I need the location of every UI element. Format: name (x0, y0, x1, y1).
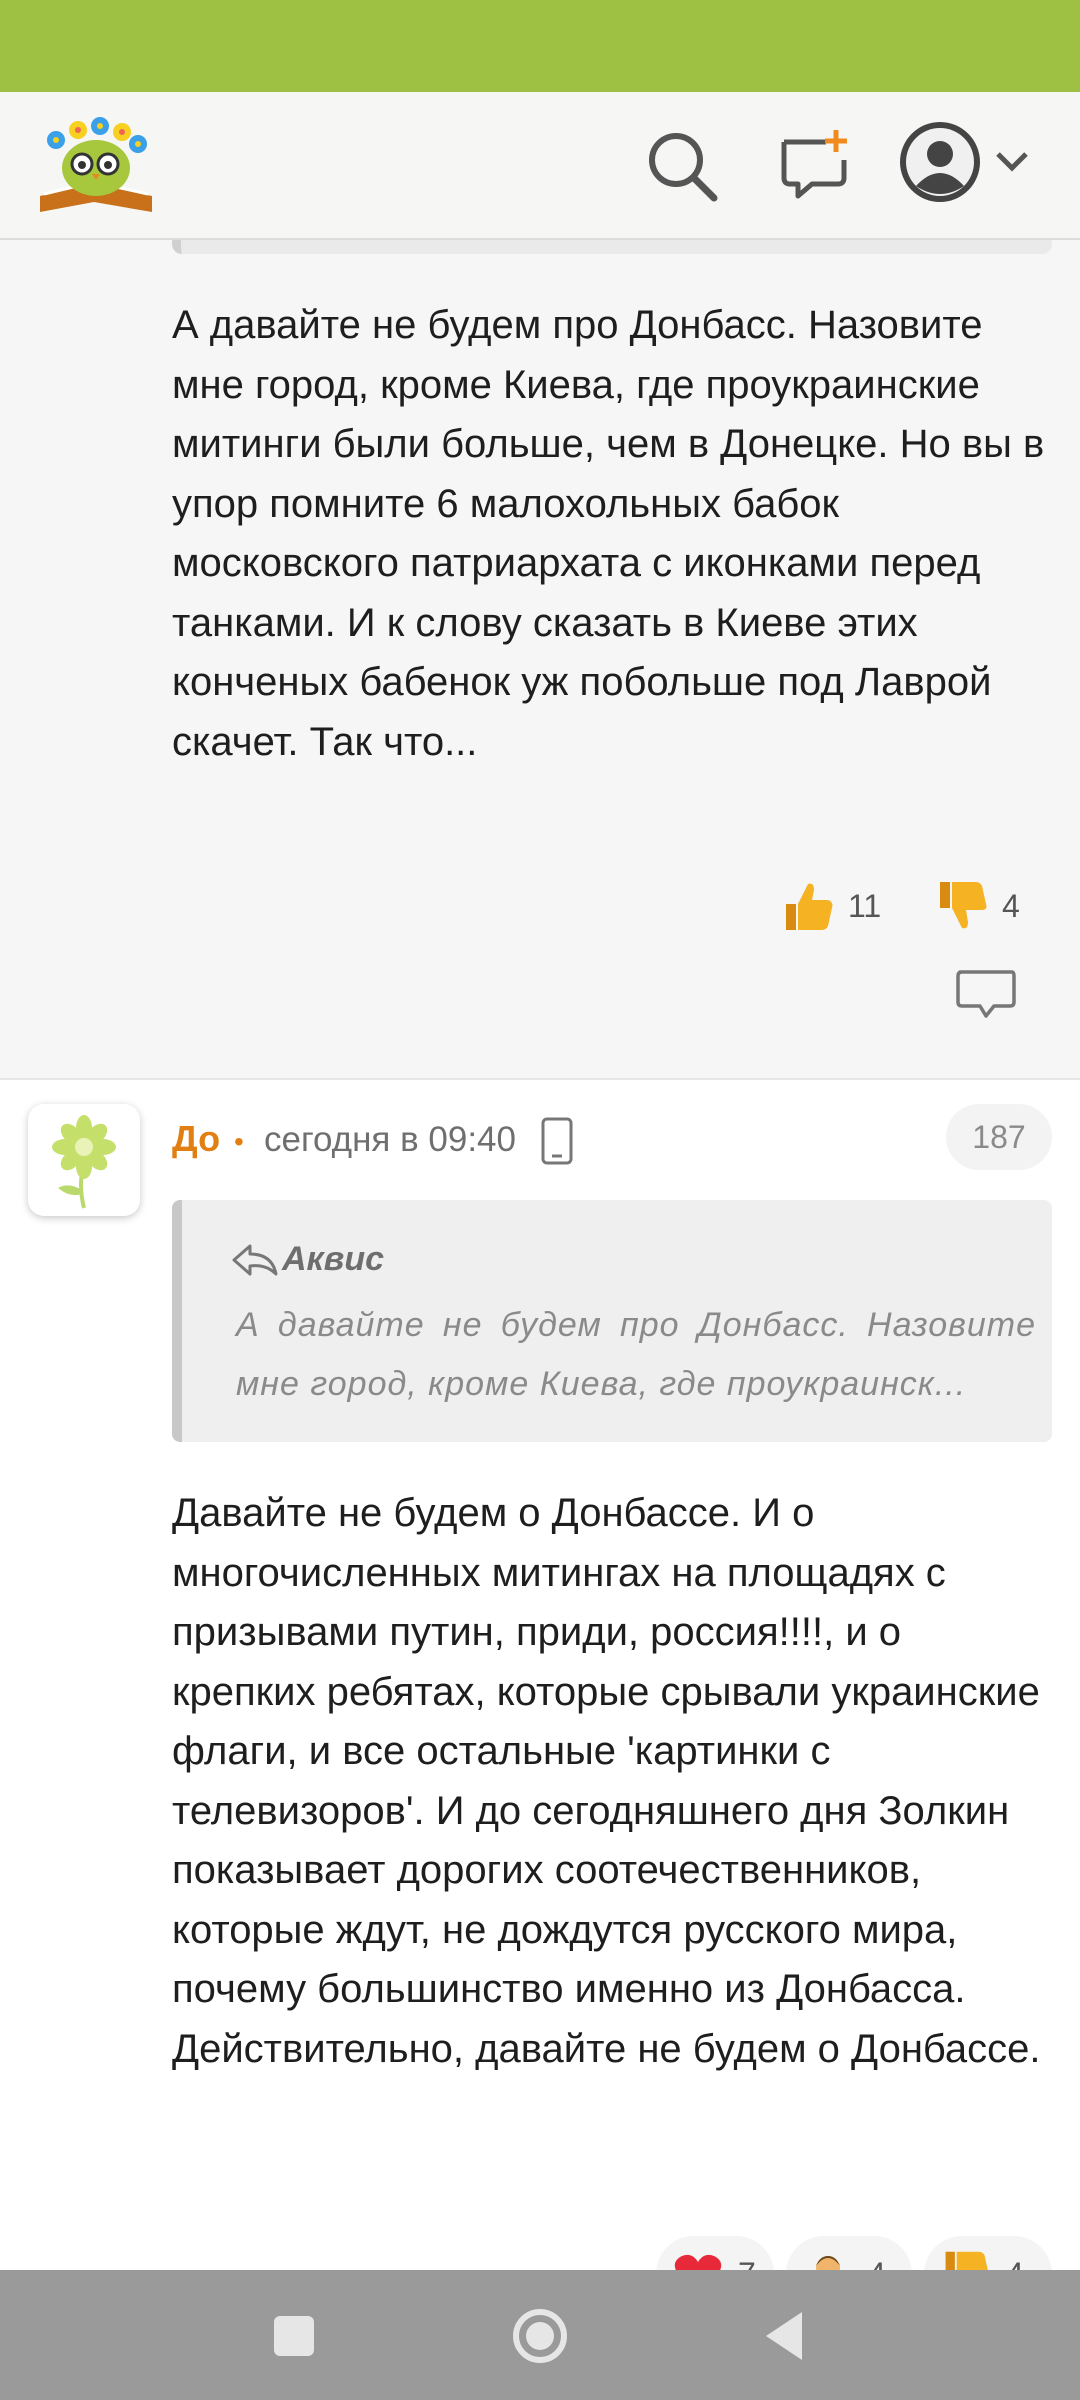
recent-apps-icon[interactable] (262, 2304, 326, 2368)
comment: До • сегодня в 09:40 187 Аквис А давайте… (0, 1080, 1080, 2270)
comment-text: А давайте не будем про Донбасс. Назовите… (172, 303, 1045, 764)
search-icon[interactable] (644, 128, 720, 204)
dislike-count: 4 (1002, 887, 1020, 924)
user-avatar[interactable] (28, 1104, 140, 1216)
chevron-down-icon[interactable] (992, 146, 1032, 176)
system-navigation-bar (0, 2270, 1080, 2400)
quote-text-line-1: А давайте не будем про Донбасс. Назовите (236, 1306, 1036, 1344)
thumbs-down-icon (945, 2251, 989, 2272)
quote-author: Аквис (282, 1240, 384, 1278)
heart-reaction[interactable]: 7 (656, 2236, 774, 2272)
online-indicator: • (234, 1126, 244, 1157)
quote-box-edge (172, 240, 1052, 254)
comment-reactions: 7 4 4 (0, 2236, 1080, 2272)
status-bar (0, 0, 1080, 92)
dislike-reaction-2[interactable]: 4 (924, 2236, 1052, 2272)
comment-time: сегодня в 09:40 (264, 1120, 516, 1159)
thumbs-up-icon (786, 883, 833, 930)
reply-comment-icon[interactable] (954, 968, 1018, 1024)
back-icon[interactable] (752, 2304, 816, 2368)
person-reaction[interactable]: 4 (786, 2236, 912, 2272)
comment-text: Давайте не будем о Донбассе. И о многочи… (172, 1491, 1041, 2071)
thumbs-down-icon (940, 882, 987, 929)
home-icon[interactable] (508, 2304, 572, 2368)
mobile-device-icon (541, 1117, 573, 1165)
heart-icon (674, 2254, 722, 2272)
top-app-bar (0, 92, 1080, 240)
person-emoji-icon (816, 2256, 840, 2272)
quote-box[interactable]: Аквис А давайте не будем про Донбасс. На… (172, 1200, 1052, 1442)
reply-arrow-icon (232, 1244, 278, 1276)
quote-text-line-2: мне город, кроме Киева, где проукраинск.… (236, 1365, 967, 1403)
previous-comment: А давайте не будем про Донбасс. Назовите… (0, 240, 1080, 1080)
site-logo[interactable] (34, 110, 158, 222)
flower-avatar-icon (52, 1115, 116, 1209)
new-post-icon[interactable] (776, 128, 852, 204)
like-reaction[interactable]: 11 (772, 868, 912, 944)
comment-number-badge[interactable]: 187 (946, 1104, 1052, 1170)
dislike-reaction[interactable]: 4 (930, 868, 1054, 944)
avatar-icon[interactable] (898, 120, 982, 204)
comment-author[interactable]: До (172, 1118, 220, 1160)
like-count: 11 (848, 887, 882, 924)
